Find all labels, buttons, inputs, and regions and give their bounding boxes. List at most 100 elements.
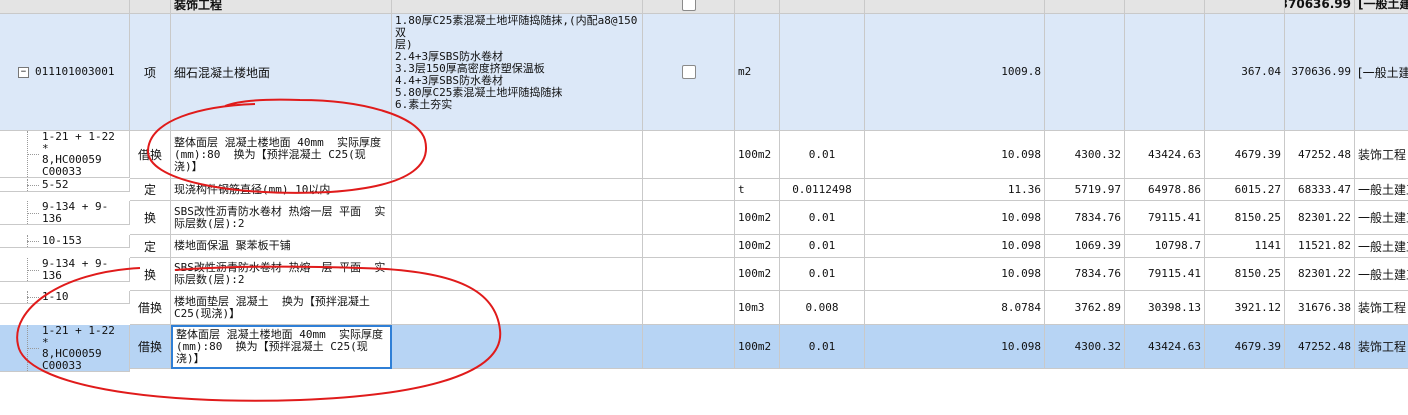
quota-quantity-cell[interactable]: 8.0784: [865, 291, 1045, 325]
quota-unit-price-cell: 5719.97: [1045, 179, 1125, 201]
item-desc-cell[interactable]: 1.80厚C25素混凝土地坪随捣随抹,(内配a8@150双 层) 2.4+3厚S…: [392, 14, 643, 131]
quota-unit-price: 5719.97: [1074, 182, 1121, 196]
quota-name: SBS改性沥青防水卷材 热熔一层 平面 实际层数(层):2: [174, 204, 386, 230]
item-name-cell[interactable]: 细石混凝土楼地面: [171, 14, 392, 131]
quota-quantity-cell[interactable]: 11.36: [865, 179, 1045, 201]
quota-row[interactable]: 1-21 + 1-22 * 8,HC00059 C00033 借换 整体面层 混凝土…: [0, 325, 1408, 372]
quota-quantity-cell[interactable]: 10.098: [865, 325, 1045, 369]
quota-category-cell: 一般土建工: [1355, 201, 1408, 235]
quota-qty-ratio: 0.01: [808, 339, 836, 353]
quota-type: 借换: [137, 301, 162, 315]
quota-code-cell[interactable]: 10-153: [0, 235, 130, 248]
quota-row[interactable]: 10-153 定 楼地面保温 聚苯板干铺 100m2 0.01 10.098 1069.39…: [0, 235, 1408, 258]
quota-qty-ratio: 0.01: [808, 147, 836, 161]
quota-code-cell[interactable]: 9-134 + 9-136: [0, 201, 130, 225]
quota-qty-ratio: 0.008: [805, 300, 839, 314]
quota-row[interactable]: 9-134 + 9-136 换 SBS改性沥青防水卷材 热熔一层 平面 实际层数(层…: [0, 201, 1408, 235]
bill-item-row[interactable]: − 011101003001 项 细石混凝土楼地面 1.80厚C25素混凝土地坪…: [0, 14, 1408, 131]
quota-comp-total: 47252.48: [1298, 147, 1351, 161]
header-ratio-cell: [780, 0, 865, 14]
quota-unit: t: [738, 182, 745, 196]
quota-row[interactable]: 5-52 定 现浇构件钢筋直径(mm) 10以内 t 0.0112498 11.36 571…: [0, 179, 1408, 201]
item-checkbox[interactable]: [681, 65, 696, 79]
quota-quantity-cell[interactable]: 10.098: [865, 235, 1045, 258]
quota-name-cell[interactable]: SBS改性沥青防水卷材 热熔一层 平面 实际层数(层):2: [171, 258, 392, 291]
quota-row[interactable]: 1-21 + 1-22 * 8,HC00059 C00033 借换 整体面层 混凝土…: [0, 131, 1408, 179]
quota-comp-total: 11521.82: [1298, 239, 1351, 252]
item-qty-cell[interactable]: 1009.8: [865, 14, 1045, 131]
quota-name-cell[interactable]: SBS改性沥青防水卷材 热熔一层 平面 实际层数(层):2: [171, 201, 392, 235]
quota-name: SBS改性沥青防水卷材 热熔一层 平面 实际层数(层):2: [174, 261, 386, 286]
quota-total: 30398.13: [1148, 300, 1201, 314]
quota-name-cell[interactable]: 楼地面保温 聚苯板干铺: [171, 235, 392, 258]
quota-unit-cell: t: [735, 179, 780, 201]
quota-row[interactable]: 1-10 借换 楼地面垫层 混凝土 换为【预拌混凝土 C25(现浇)】 10m3 0.0…: [0, 291, 1408, 325]
quota-qty-ratio: 0.01: [808, 210, 836, 224]
quota-qty-ratio-cell[interactable]: 0.008: [780, 291, 865, 325]
quota-name: 楼地面保温 聚苯板干铺: [174, 239, 291, 252]
quota-qty-ratio-cell[interactable]: 0.01: [780, 325, 865, 369]
quota-quantity-cell[interactable]: 10.098: [865, 258, 1045, 291]
quota-name-cell[interactable]: 现浇构件钢筋直径(mm) 10以内: [171, 179, 392, 201]
quota-name: 整体面层 混凝土楼地面 40mm 实际厚度(mm):80 换为【预拌混凝土 C2…: [174, 135, 381, 173]
quota-comp-price-cell: 8150.25: [1205, 258, 1285, 291]
header-checkbox[interactable]: [681, 0, 696, 11]
quota-name-cell[interactable]: 楼地面垫层 混凝土 换为【预拌混凝土 C25(现浇)】: [171, 291, 392, 325]
quota-code-cell[interactable]: 1-21 + 1-22 * 8,HC00059 C00033: [0, 131, 130, 178]
quota-quantity: 10.098: [1001, 267, 1041, 280]
quota-comp-price: 6015.27: [1234, 182, 1281, 196]
quota-code-cell[interactable]: 1-10: [0, 291, 130, 304]
quota-name: 现浇构件钢筋直径(mm) 10以内: [174, 182, 331, 196]
quota-unit: 100m2: [738, 210, 772, 224]
item-type: 项: [143, 65, 156, 80]
header-name: 装饰工程: [174, 0, 223, 12]
collapse-toggle-icon[interactable]: −: [18, 66, 29, 78]
item-price-cell: [1045, 14, 1125, 131]
quota-category-cell: 装饰工程: [1355, 325, 1408, 369]
item-comp-total-cell: 370636.99: [1285, 14, 1355, 131]
quota-qty-ratio-cell[interactable]: 0.0112498: [780, 179, 865, 201]
quota-total-cell: 64978.86: [1125, 179, 1205, 201]
quota-type-cell: 定: [130, 179, 171, 201]
quota-unit: 100m2: [738, 267, 772, 280]
quota-quantity-cell[interactable]: 10.098: [865, 131, 1045, 179]
quota-code-cell[interactable]: 1-21 + 1-22 * 8,HC00059 C00033: [0, 325, 130, 372]
quota-qty-ratio-cell[interactable]: 0.01: [780, 131, 865, 179]
quota-unit-cell: 100m2: [735, 235, 780, 258]
quota-desc-cell: [392, 258, 643, 291]
item-category: [一般土建: [1358, 65, 1408, 80]
quota-total-cell: 30398.13: [1125, 291, 1205, 325]
item-category-cell: [一般土建: [1355, 14, 1408, 131]
quota-name-cell[interactable]: 整体面层 混凝土楼地面 40mm 实际厚度(mm):80 换为【预拌混凝土 C2…: [171, 325, 392, 369]
header-desc-cell: [392, 0, 643, 14]
quota-quantity-cell[interactable]: 10.098: [865, 201, 1045, 235]
quota-unit-price: 4300.32: [1074, 339, 1121, 353]
quota-unit-cell: 100m2: [735, 325, 780, 369]
quota-code-cell[interactable]: 5-52: [0, 179, 130, 192]
quota-desc-cell: [392, 201, 643, 235]
header-row[interactable]: 装饰工程 370636.99 [一般土建: [0, 0, 1408, 14]
item-unit-cell: m2: [735, 14, 780, 131]
quota-row[interactable]: 9-134 + 9-136 换 SBS改性沥青防水卷材 热熔一层 平面 实际层数(层…: [0, 258, 1408, 291]
quota-comp-price: 4679.39: [1234, 147, 1281, 161]
quota-qty-ratio-cell[interactable]: 0.01: [780, 235, 865, 258]
quota-quantity: 8.0784: [1001, 300, 1041, 314]
quota-category: 一般土建工: [1358, 267, 1408, 282]
quota-chk-cell: [643, 325, 735, 369]
quota-desc-cell: [392, 235, 643, 258]
quota-chk-cell: [643, 291, 735, 325]
quota-type-cell: 借换: [130, 325, 171, 369]
quota-qty-ratio-cell[interactable]: 0.01: [780, 258, 865, 291]
quota-qty-ratio-cell[interactable]: 0.01: [780, 201, 865, 235]
quota-comp-price-cell: 8150.25: [1205, 201, 1285, 235]
quota-qty-ratio: 0.0112498: [792, 182, 852, 196]
quota-type: 定: [143, 183, 156, 197]
quota-category-cell: 一般土建工: [1355, 235, 1408, 258]
header-name-cell: 装饰工程: [171, 0, 392, 14]
quota-chk-cell: [643, 179, 735, 201]
quota-name-cell[interactable]: 整体面层 混凝土楼地面 40mm 实际厚度(mm):80 换为【预拌混凝土 C2…: [171, 131, 392, 179]
quota-unit-cell: 100m2: [735, 258, 780, 291]
quota-code-cell[interactable]: 9-134 + 9-136: [0, 258, 130, 282]
quota-total: 79115.41: [1148, 267, 1201, 280]
item-comp-total: 370636.99: [1291, 65, 1351, 78]
